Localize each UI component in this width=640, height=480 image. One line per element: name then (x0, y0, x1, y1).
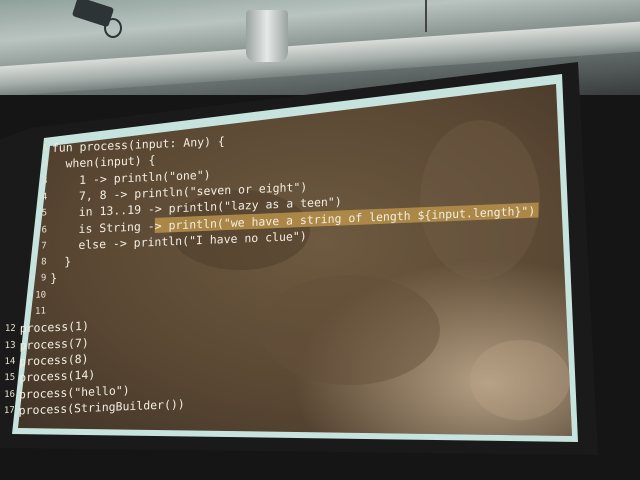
line-number: 10 (35, 290, 47, 301)
line-number: 9 (40, 273, 47, 284)
line-number: 11 (35, 306, 46, 317)
line-number: 1 (42, 143, 48, 154)
code-slide: 1 2 3 4 5 6 7 8 9 10 11 12 13 14 15 16 17 fun process(in… (4, 120, 561, 429)
line-number: 6 (41, 224, 47, 236)
code-line: } (50, 271, 58, 286)
line-number: 7 (41, 241, 47, 252)
code-line: } (50, 254, 72, 270)
line-number: 14 (4, 356, 16, 367)
line-number: 4 (41, 192, 48, 203)
projection-screen: 1 2 3 4 5 6 7 8 9 10 11 12 13 14 15 16 17 fun process(in… (0, 0, 640, 480)
line-number: 16 (4, 389, 15, 400)
line-number: 13 (4, 340, 16, 351)
line-number: 2 (42, 159, 48, 170)
line-number: 5 (41, 208, 48, 219)
line-number: 12 (4, 323, 16, 335)
line-number: 15 (4, 372, 16, 384)
line-number: 3 (42, 175, 48, 187)
line-number: 8 (41, 257, 47, 268)
line-number: 17 (3, 405, 15, 416)
